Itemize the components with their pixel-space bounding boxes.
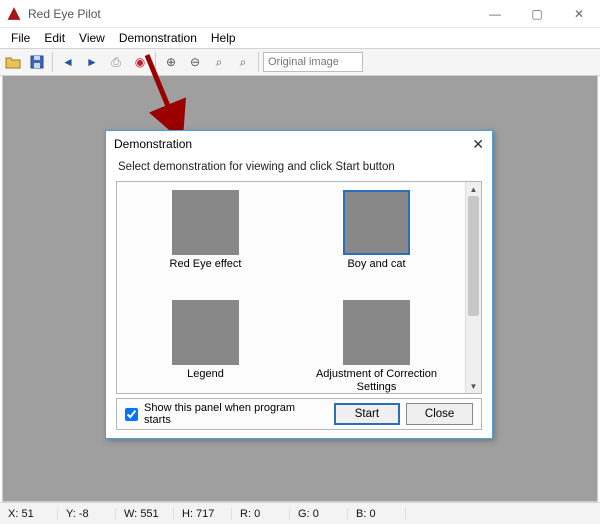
dialog-footer: Show this panel when program starts Star… (116, 398, 482, 430)
dialog-instruction: Select demonstration for viewing and cli… (106, 157, 492, 181)
dialog-close-icon[interactable]: ✕ (472, 136, 484, 153)
separator-icon (52, 52, 53, 72)
status-bar: X: 51 Y: -8 W: 551 H: 717 R: 0 G: 0 B: 0 (0, 502, 600, 524)
menu-demonstration[interactable]: Demonstration (112, 29, 204, 47)
dialog-body: Red Eye effect Boy and cat Legend Adjust… (116, 181, 482, 394)
separator-icon (258, 52, 259, 72)
open-icon[interactable] (2, 51, 24, 73)
close-button[interactable]: Close (406, 403, 473, 425)
demo-label: Boy and cat (347, 258, 405, 271)
demo-label: Red Eye effect (170, 258, 242, 271)
minimize-button[interactable]: — (474, 0, 516, 28)
scroll-thumb[interactable] (468, 196, 479, 316)
dialog-title: Demonstration (114, 137, 192, 151)
demo-item-redeye[interactable]: Red Eye effect (131, 190, 281, 296)
zoom-fit-icon[interactable]: ⌕ (232, 51, 254, 73)
original-image-field[interactable]: Original image (263, 52, 363, 72)
scroll-down-icon[interactable]: ▼ (466, 379, 481, 393)
dialog-titlebar[interactable]: Demonstration ✕ (106, 131, 492, 157)
menu-view[interactable]: View (72, 29, 112, 47)
zoom-100-icon[interactable]: ⌕ (208, 51, 230, 73)
demo-item-legend[interactable]: Legend (131, 300, 281, 394)
status-x: X: 51 (0, 508, 58, 520)
save-icon[interactable] (26, 51, 48, 73)
thumbnail-icon (343, 190, 410, 255)
demo-list: Red Eye effect Boy and cat Legend Adjust… (117, 182, 465, 393)
demo-label: Adjustment of Correction Settings (307, 368, 447, 393)
thumbnail-icon (172, 300, 239, 365)
forward-icon[interactable]: ► (81, 51, 103, 73)
menu-bar: File Edit View Demonstration Help (0, 28, 600, 48)
status-b: B: 0 (348, 508, 406, 520)
status-y: Y: -8 (58, 508, 116, 520)
demo-item-adjustment[interactable]: Adjustment of Correction Settings (302, 300, 452, 394)
maximize-button[interactable]: ▢ (516, 0, 558, 28)
app-icon (6, 6, 22, 22)
toolbar: ◄ ► ⎙ ◉ ⊕ ⊖ ⌕ ⌕ Original image (0, 48, 600, 76)
menu-edit[interactable]: Edit (37, 29, 72, 47)
back-icon[interactable]: ◄ (57, 51, 79, 73)
thumbnail-icon (343, 300, 410, 365)
show-on-start-label: Show this panel when program starts (144, 402, 322, 426)
scrollbar[interactable]: ▲ ▼ (465, 182, 481, 393)
window-title: Red Eye Pilot (28, 7, 101, 21)
status-w: W: 551 (116, 508, 174, 520)
demo-label: Legend (187, 368, 224, 381)
start-button[interactable]: Start (334, 403, 401, 425)
demo-item-boycat[interactable]: Boy and cat (302, 190, 452, 296)
demonstration-dialog: Demonstration ✕ Select demonstration for… (105, 130, 493, 439)
status-r: R: 0 (232, 508, 290, 520)
zoom-out-icon[interactable]: ⊖ (184, 51, 206, 73)
scroll-up-icon[interactable]: ▲ (466, 182, 481, 196)
title-bar: Red Eye Pilot — ▢ ✕ (0, 0, 600, 28)
status-h: H: 717 (174, 508, 232, 520)
menu-file[interactable]: File (4, 29, 37, 47)
separator-icon (155, 52, 156, 72)
print-icon[interactable]: ⎙ (105, 51, 127, 73)
status-g: G: 0 (290, 508, 348, 520)
zoom-in-icon[interactable]: ⊕ (160, 51, 182, 73)
show-on-start-checkbox[interactable] (125, 408, 138, 421)
redeye-icon[interactable]: ◉ (129, 51, 151, 73)
close-button[interactable]: ✕ (558, 0, 600, 28)
menu-help[interactable]: Help (204, 29, 243, 47)
thumbnail-icon (172, 190, 239, 255)
